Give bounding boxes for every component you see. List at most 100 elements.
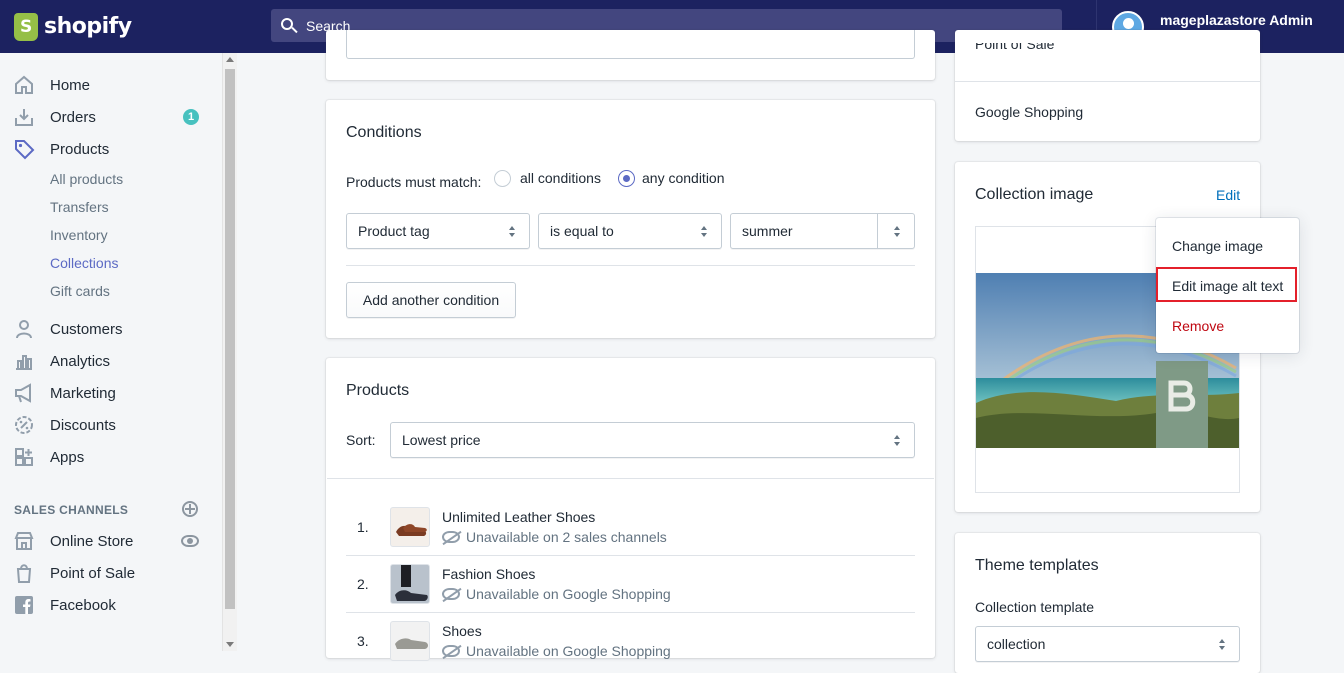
divider (955, 81, 1260, 82)
sidebar-item-apps[interactable]: Apps (13, 445, 84, 469)
search-icon (281, 17, 298, 34)
sidebar-item-label: Analytics (50, 352, 111, 370)
edit-image-link[interactable]: Edit (1216, 187, 1240, 203)
conditions-title: Conditions (346, 124, 422, 141)
product-name[interactable]: Unlimited Leather Shoes (442, 509, 595, 525)
sidebar-sub-collections[interactable]: Collections (50, 255, 118, 271)
highlight-box (1156, 267, 1297, 302)
template-value: collection (987, 636, 1046, 652)
change-image-menu-item[interactable]: Change image (1172, 238, 1263, 254)
remove-image-menu-item[interactable]: Remove (1172, 318, 1224, 334)
sidebar-scrollbar[interactable] (222, 53, 237, 651)
sidebar-item-label: Online Store (50, 532, 134, 550)
sidebar-item-facebook[interactable]: Facebook (13, 593, 116, 617)
sidebar-item-analytics[interactable]: Analytics (13, 349, 110, 373)
sidebar-item-label: Point of Sale (50, 564, 136, 582)
sidebar-item-orders[interactable]: Orders (13, 105, 96, 129)
add-condition-button[interactable]: Add another condition (346, 282, 516, 318)
radio-any-condition[interactable] (618, 170, 635, 187)
product-row-number: 3. (357, 633, 369, 649)
pos-bag-icon (13, 562, 35, 584)
account-name: mageplazastore Admin (1160, 11, 1313, 28)
divider (327, 478, 934, 479)
match-label: Products must match: (346, 174, 482, 190)
select-arrows-icon (509, 226, 517, 238)
radio-all-conditions[interactable] (494, 170, 511, 187)
apps-icon (13, 446, 35, 468)
availability-text: Unavailable on Google Shopping (466, 586, 671, 602)
sidebar-item-label: Orders (50, 108, 96, 126)
condition-value-text: summer (742, 223, 793, 239)
sidebar-item-label: Products (50, 140, 110, 158)
select-arrows-icon (1219, 639, 1227, 651)
radio-all-conditions-label[interactable]: all conditions (520, 170, 601, 186)
collection-image-title: Collection image (975, 186, 1094, 203)
add-channel-icon[interactable] (182, 501, 198, 517)
sidebar-item-customers[interactable]: Customers (13, 317, 123, 341)
partial-card (326, 30, 935, 80)
sort-value: Lowest price (402, 432, 481, 448)
product-name[interactable]: Shoes (442, 623, 482, 639)
channel-point-of-sale: Point of Sale (975, 43, 1055, 52)
product-thumbnail[interactable] (390, 621, 430, 661)
product-row-number: 2. (357, 576, 369, 592)
home-icon (13, 74, 35, 96)
product-thumbnail[interactable] (390, 564, 430, 604)
sidebar-item-discounts[interactable]: Discounts (13, 413, 116, 437)
divider (346, 612, 915, 613)
sort-label: Sort: (346, 432, 376, 448)
eye-off-icon (442, 645, 460, 657)
availability-status: Unavailable on Google Shopping (442, 643, 671, 659)
products-title: Products (346, 382, 410, 399)
condition-value-input[interactable]: summer (730, 213, 915, 249)
sidebar-item-label: Discounts (50, 416, 116, 434)
radio-any-condition-label[interactable]: any condition (642, 170, 725, 186)
availability-text: Unavailable on Google Shopping (466, 643, 671, 659)
eye-off-icon (442, 531, 460, 543)
sidebar-item-label: Marketing (50, 384, 116, 402)
brand[interactable]: shopify (0, 0, 238, 53)
orders-count-badge: 1 (183, 109, 199, 125)
condition-field-select[interactable]: Product tag (346, 213, 530, 249)
template-label: Collection template (975, 599, 1095, 615)
brand-name: shopify (44, 14, 132, 39)
condition-operator-value: is equal to (550, 223, 614, 239)
select-arrows-icon (701, 226, 709, 238)
sidebar-item-label: Customers (50, 320, 123, 338)
sidebar-item-point-of-sale[interactable]: Point of Sale (13, 561, 135, 585)
eye-off-icon (442, 588, 460, 600)
sidebar-item-label: Facebook (50, 596, 116, 614)
availability-text: Unavailable on 2 sales channels (466, 529, 667, 545)
sidebar-sub-inventory[interactable]: Inventory (50, 227, 108, 243)
shopify-logo-icon (14, 12, 38, 41)
channel-google-shopping: Google Shopping (975, 104, 1084, 120)
bar-chart-icon (13, 350, 35, 372)
sidebar-item-label: Home (50, 76, 91, 94)
sidebar-sub-all-products[interactable]: All products (50, 171, 123, 187)
condition-field-value: Product tag (358, 223, 430, 239)
product-row-number: 1. (357, 519, 369, 535)
value-dropdown-arrows-icon[interactable] (894, 226, 902, 238)
sidebar-sub-transfers[interactable]: Transfers (50, 199, 109, 215)
discount-icon (13, 414, 35, 436)
facebook-icon (13, 594, 35, 616)
availability-status: Unavailable on Google Shopping (442, 586, 671, 602)
sidebar-item-home[interactable]: Home (13, 73, 90, 97)
megaphone-icon (13, 382, 35, 404)
sidebar-item-online-store[interactable]: Online Store (13, 529, 133, 553)
theme-templates-title: Theme templates (975, 557, 1099, 574)
product-name[interactable]: Fashion Shoes (442, 566, 535, 582)
condition-operator-select[interactable]: is equal to (538, 213, 722, 249)
store-icon (13, 530, 35, 552)
select-arrows-icon (894, 435, 902, 447)
template-select[interactable]: collection (975, 626, 1240, 662)
sidebar-sub-gift-cards[interactable]: Gift cards (50, 283, 110, 299)
sidebar-item-products[interactable]: Products (13, 137, 109, 161)
product-thumbnail[interactable] (390, 507, 430, 547)
tag-icon (13, 138, 35, 160)
divider (346, 555, 915, 556)
availability-status: Unavailable on 2 sales channels (442, 529, 667, 545)
sidebar-item-marketing[interactable]: Marketing (13, 381, 116, 405)
view-store-eye-icon[interactable] (181, 535, 199, 547)
sort-select[interactable]: Lowest price (390, 422, 915, 458)
